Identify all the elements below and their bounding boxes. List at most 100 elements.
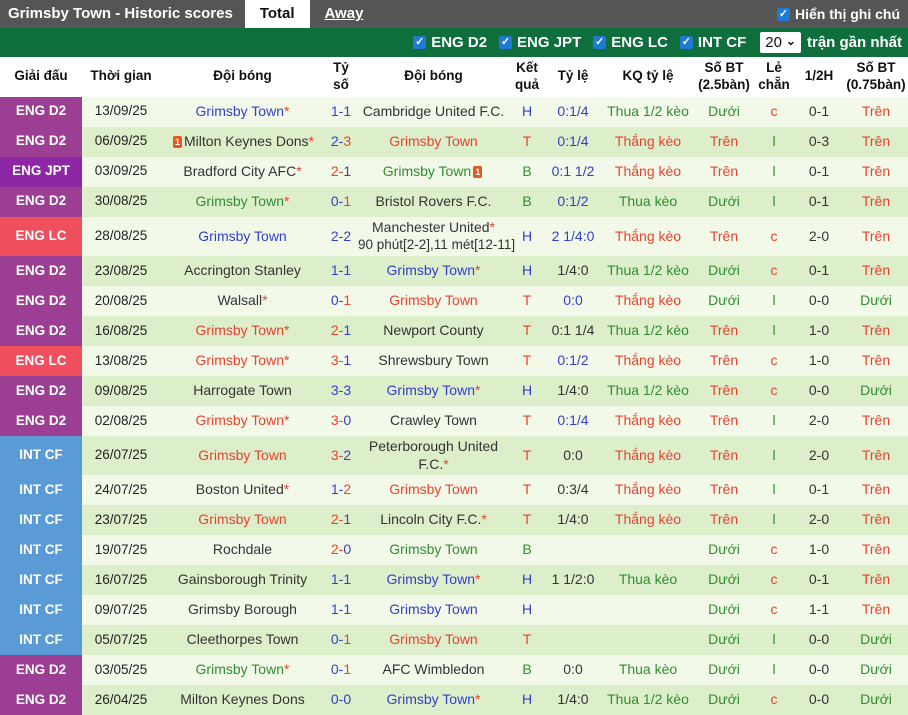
home-team-name[interactable]: Rochdale: [213, 541, 272, 557]
home-team-name[interactable]: Grimsby Town: [198, 511, 286, 527]
over-under-0-75: Trên: [844, 97, 908, 127]
away-team-name[interactable]: Cambridge United F.C.: [363, 103, 505, 119]
away-team-name[interactable]: AFC Wimbledon: [383, 661, 485, 677]
checkbox-checked-icon[interactable]: ✓: [777, 8, 790, 21]
away-team: Grimsby Town: [357, 625, 510, 655]
filter-int-cf[interactable]: ✓ INT CF: [680, 34, 746, 51]
handicap-odds[interactable]: 2 1/4:0: [544, 217, 602, 256]
odd-even: l: [754, 127, 794, 157]
away-team-name[interactable]: Grimsby Town: [389, 481, 477, 497]
over-under-0-75: Trên: [844, 535, 908, 565]
away-team-name[interactable]: Grimsby Town: [389, 631, 477, 647]
tab-away[interactable]: Away: [310, 0, 379, 28]
league-badge: INT CF: [0, 535, 82, 565]
league-badge: INT CF: [0, 565, 82, 595]
checkbox-checked-icon[interactable]: ✓: [413, 36, 426, 49]
away-team-name[interactable]: Crawley Town: [390, 412, 477, 428]
away-team-name[interactable]: Grimsby Town: [389, 601, 477, 617]
home-goals: 2: [331, 133, 339, 149]
home-team: Harrogate Town: [160, 376, 325, 406]
odd-even: c: [754, 376, 794, 406]
home-team-name[interactable]: Milton Keynes Dons: [184, 133, 309, 149]
tab-total[interactable]: Total: [245, 0, 310, 28]
home-team-name[interactable]: Boston United: [196, 481, 284, 497]
home-goals: 1: [331, 262, 339, 278]
match-count-select[interactable]: 20 ⌄: [760, 32, 801, 53]
checkbox-checked-icon[interactable]: ✓: [593, 36, 606, 49]
handicap-odds[interactable]: 0:1/4: [544, 406, 602, 436]
home-team-name[interactable]: Bradford City AFC: [183, 163, 296, 179]
filter-eng-jpt[interactable]: ✓ ENG JPT: [499, 34, 581, 51]
half-time-score: 0-0: [794, 685, 844, 715]
away-team-name[interactable]: Grimsby Town: [389, 541, 477, 557]
result-letter: T: [510, 286, 544, 316]
home-team-name[interactable]: Gainsborough Trinity: [178, 571, 307, 587]
home-goals: 2: [331, 511, 339, 527]
home-goals: 1: [331, 481, 339, 497]
home-goals: 0: [331, 292, 339, 308]
home-team-name[interactable]: Cleethorpes Town: [187, 631, 299, 647]
away-team-name[interactable]: Bristol Rovers F.C.: [376, 193, 492, 209]
filter-eng-lc-label: ENG LC: [611, 34, 668, 51]
away-team-name[interactable]: Grimsby Town: [387, 691, 475, 707]
result-letter: B: [510, 655, 544, 685]
handicap-odds[interactable]: 0:1 1/2: [544, 157, 602, 187]
home-team-name[interactable]: Grimsby Town: [196, 322, 284, 338]
table-row: ENG D213/09/25Grimsby Town*1-1Cambridge …: [0, 97, 908, 127]
league-badge: ENG D2: [0, 316, 82, 346]
home-team-name[interactable]: Walsall: [217, 292, 262, 308]
match-score: 2-2: [325, 217, 357, 256]
over-under-2-5: Trên: [694, 217, 754, 256]
away-team-name[interactable]: Newport County: [383, 322, 483, 338]
home-team-name[interactable]: Milton Keynes Dons: [180, 691, 305, 707]
table-row: INT CF05/07/25Cleethorpes Town0-1Grimsby…: [0, 625, 908, 655]
advantage-star: *: [475, 382, 480, 398]
half-time-score: 0-0: [794, 655, 844, 685]
filter-eng-lc[interactable]: ✓ ENG LC: [593, 34, 668, 51]
handicap-odds[interactable]: 0:0: [544, 286, 602, 316]
away-team-name[interactable]: Manchester United: [372, 219, 490, 235]
match-score: 1-1: [325, 256, 357, 286]
away-team-name[interactable]: Grimsby Town: [383, 163, 471, 179]
handicap-odds[interactable]: 0:1/4: [544, 97, 602, 127]
away-team-name[interactable]: Grimsby Town: [387, 571, 475, 587]
handicap-odds[interactable]: 0:1/2: [544, 346, 602, 376]
handicap-odds[interactable]: 0:1/4: [544, 127, 602, 157]
away-team-name[interactable]: Grimsby Town: [387, 262, 475, 278]
away-team-name[interactable]: Shrewsbury Town: [378, 352, 488, 368]
home-team-name[interactable]: Grimsby Borough: [188, 601, 297, 617]
home-team-name[interactable]: Grimsby Town: [196, 661, 284, 677]
checkbox-checked-icon[interactable]: ✓: [680, 36, 693, 49]
away-team: Cambridge United F.C.: [357, 97, 510, 127]
away-team-name[interactable]: Grimsby Town: [389, 292, 477, 308]
home-team-name[interactable]: Grimsby Town: [196, 193, 284, 209]
advantage-star: *: [284, 322, 289, 338]
col-home-team: Đội bóng: [160, 57, 325, 97]
away-team-name[interactable]: Lincoln City F.C.: [380, 511, 481, 527]
away-team-name[interactable]: Grimsby Town: [389, 133, 477, 149]
odd-even: c: [754, 685, 794, 715]
checkbox-checked-icon[interactable]: ✓: [499, 36, 512, 49]
home-team-name[interactable]: Grimsby Town: [196, 103, 284, 119]
away-team: Crawley Town: [357, 406, 510, 436]
over-under-2-5: Trên: [694, 505, 754, 535]
home-team-name[interactable]: Grimsby Town: [198, 447, 286, 463]
table-header-row: Giải đấu Thời gian Đội bóng Tỷ số Đội bó…: [0, 57, 908, 97]
handicap-odds[interactable]: 0:1/2: [544, 187, 602, 217]
home-team-name[interactable]: Accrington Stanley: [184, 262, 301, 278]
handicap-result: Thua kèo: [602, 187, 694, 217]
match-score: 3-2: [325, 436, 357, 475]
filter-int-cf-label: INT CF: [698, 34, 746, 51]
odd-even: l: [754, 286, 794, 316]
away-team-name[interactable]: Grimsby Town: [387, 382, 475, 398]
home-team-name[interactable]: Grimsby Town: [196, 412, 284, 428]
away-team-name[interactable]: Peterborough United F.C.: [369, 438, 498, 472]
home-team-name[interactable]: Harrogate Town: [193, 382, 292, 398]
filter-eng-d2[interactable]: ✓ ENG D2: [413, 34, 487, 51]
home-team: Grimsby Town*: [160, 316, 325, 346]
table-row: ENG D230/08/25Grimsby Town*0-1Bristol Ro…: [0, 187, 908, 217]
home-team-name[interactable]: Grimsby Town: [198, 228, 286, 244]
show-notes-toggle[interactable]: ✓ Hiển thị ghi chú: [777, 0, 908, 28]
home-team-name[interactable]: Grimsby Town: [196, 352, 284, 368]
over-under-0-75: Trên: [844, 316, 908, 346]
